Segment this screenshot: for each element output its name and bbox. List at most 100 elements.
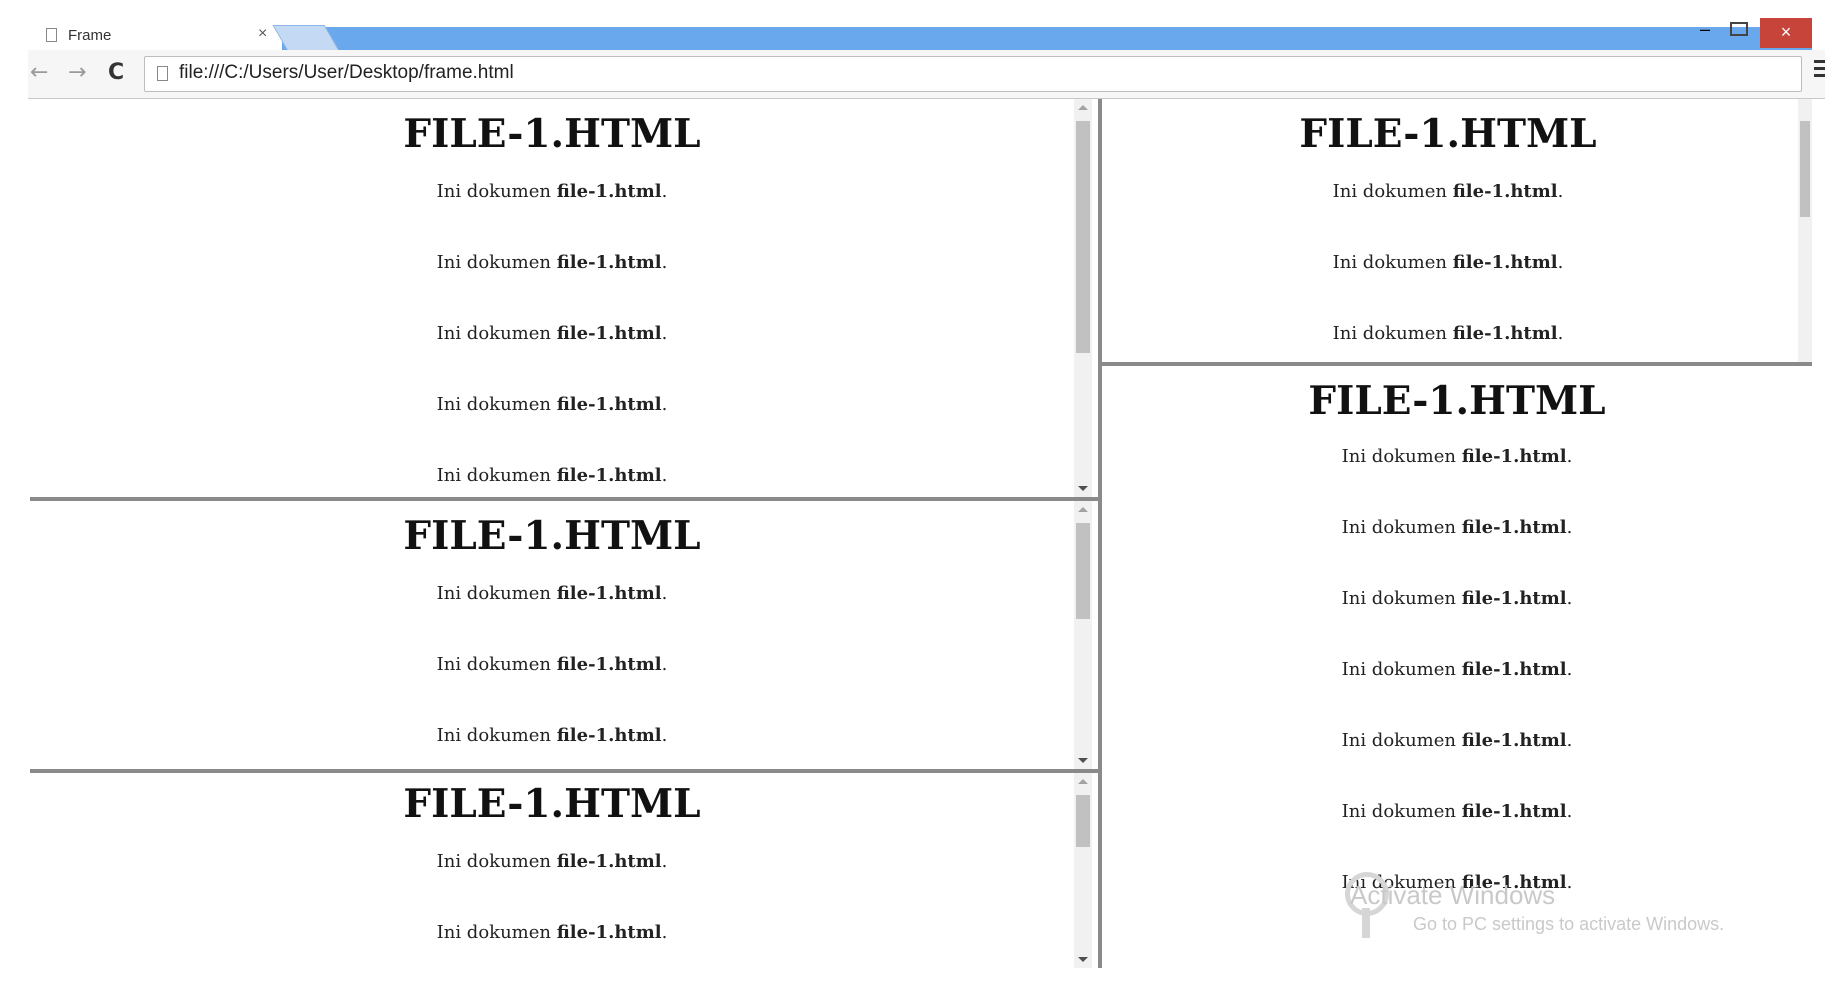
scroll-down-icon[interactable] <box>1078 486 1088 491</box>
scroll-down-icon[interactable] <box>1078 957 1088 962</box>
paragraph-suffix: . <box>661 181 668 202</box>
paragraph-text: Ini dokumen <box>1341 730 1462 751</box>
paragraph-text: Ini dokumen <box>436 654 557 675</box>
page-icon <box>46 28 57 42</box>
tab-frame[interactable]: Frame × <box>32 22 267 48</box>
filename-bold: file-1.html <box>1461 801 1567 822</box>
tab-strip <box>282 27 1812 50</box>
frame-paragraph: Ini dokumen file-1.html. <box>30 725 1074 746</box>
frame-paragraph: Ini dokumen file-1.html. <box>1102 181 1794 202</box>
paragraph-text: Ini dokumen <box>1341 517 1462 538</box>
paragraph-suffix: . <box>1557 181 1564 202</box>
frame-bottom-left: FILE-1.HTML Ini dokumen file-1.html. Ini d… <box>30 773 1096 968</box>
tab-close-icon[interactable]: × <box>258 25 267 43</box>
paragraph-text: Ini dokumen <box>1332 181 1453 202</box>
filename-bold: file-1.html <box>556 583 662 604</box>
frame-paragraph: Ini dokumen file-1.html. <box>30 252 1074 273</box>
scrollbar[interactable] <box>1074 99 1092 497</box>
frame-heading: FILE-1.HTML <box>1308 378 1606 424</box>
paragraph-suffix: . <box>1557 252 1564 273</box>
scrollbar[interactable] <box>1798 99 1812 362</box>
filename-bold: file-1.html <box>1461 446 1567 467</box>
menu-icon[interactable] <box>1814 56 1825 81</box>
paragraph-text: Ini dokumen <box>436 394 557 415</box>
paragraph-suffix: . <box>661 654 668 675</box>
filename-bold: file-1.html <box>556 323 662 344</box>
paragraph-suffix: . <box>1557 323 1564 344</box>
scrollbar-thumb[interactable] <box>1076 121 1090 353</box>
scrollbar-thumb[interactable] <box>1076 523 1090 619</box>
paragraph-suffix: . <box>1566 801 1573 822</box>
tab-title: Frame <box>68 27 112 44</box>
frame-paragraph: Ini dokumen file-1.html. <box>30 851 1074 872</box>
paragraph-suffix: . <box>661 922 668 943</box>
scroll-down-icon[interactable] <box>1078 758 1088 763</box>
activate-windows-title: Activate Windows <box>1350 880 1556 910</box>
window-restore-button[interactable] <box>1730 22 1748 36</box>
window-top-edge <box>0 0 1825 28</box>
scroll-up-icon[interactable] <box>1078 779 1088 784</box>
frame-paragraph: Ini dokumen file-1.html. <box>1102 659 1812 680</box>
frame-paragraph: Ini dokumen file-1.html. <box>1102 517 1812 538</box>
frame-paragraph: Ini dokumen file-1.html. <box>30 922 1074 943</box>
scrollbar[interactable] <box>1074 773 1092 968</box>
back-arrow-icon[interactable]: ← <box>30 60 48 85</box>
paragraph-text: Ini dokumen <box>1341 588 1462 609</box>
reload-icon[interactable]: C <box>108 60 124 85</box>
filename-bold: file-1.html <box>556 654 662 675</box>
frame-paragraph: Ini dokumen file-1.html. <box>1102 801 1812 822</box>
paragraph-suffix: . <box>1566 659 1573 680</box>
filename-bold: file-1.html <box>556 181 662 202</box>
paragraph-suffix: . <box>661 252 668 273</box>
paragraph-suffix: . <box>1566 588 1573 609</box>
paragraph-suffix: . <box>661 394 668 415</box>
window-close-button[interactable]: × <box>1760 18 1812 48</box>
paragraph-text: Ini dokumen <box>1341 659 1462 680</box>
frame-bottom-right: FILE-1.HTML Ini dokumen file-1.html. Ini d… <box>1102 366 1812 968</box>
filename-bold: file-1.html <box>1461 659 1567 680</box>
paragraph-suffix: . <box>1566 446 1573 467</box>
paragraph-text: Ini dokumen <box>1341 446 1462 467</box>
window-minimize-button[interactable]: – <box>1700 20 1718 38</box>
frame-paragraph: Ini dokumen file-1.html. <box>30 465 1074 486</box>
frame-paragraph: Ini dokumen file-1.html. <box>30 323 1074 344</box>
scrollbar-thumb[interactable] <box>1076 795 1090 847</box>
filename-bold: file-1.html <box>1452 181 1558 202</box>
browser-toolbar: ← → C file:///C:/Users/User/Desktop/fram… <box>28 50 1825 99</box>
filename-bold: file-1.html <box>556 394 662 415</box>
filename-bold: file-1.html <box>556 922 662 943</box>
activate-windows-subtitle: Go to PC settings to activate Windows. <box>1413 914 1725 934</box>
scroll-up-icon[interactable] <box>1078 105 1088 110</box>
paragraph-text: Ini dokumen <box>436 181 557 202</box>
paragraph-text: Ini dokumen <box>1341 801 1462 822</box>
frame-paragraph: Ini dokumen file-1.html. <box>30 181 1074 202</box>
filename-bold: file-1.html <box>1461 730 1567 751</box>
address-bar[interactable]: file:///C:/Users/User/Desktop/frame.html… <box>144 56 1802 92</box>
forward-arrow-icon[interactable]: → <box>68 60 86 85</box>
paragraph-text: Ini dokumen <box>436 725 557 746</box>
paragraph-text: Ini dokumen <box>1332 323 1453 344</box>
filename-bold: file-1.html <box>556 725 662 746</box>
frame-top-left: FILE-1.HTML Ini dokumen file-1.html. Ini d… <box>30 99 1096 497</box>
filename-bold: file-1.html <box>556 851 662 872</box>
frame-paragraph: Ini dokumen file-1.html. <box>30 654 1074 675</box>
filename-bold: file-1.html <box>1461 588 1567 609</box>
frame-top-right: FILE-1.HTML Ini dokumen file-1.html. Ini d… <box>1102 99 1812 362</box>
scroll-up-icon[interactable] <box>1078 507 1088 512</box>
frame-heading: FILE-1.HTML <box>403 513 701 559</box>
paragraph-text: Ini dokumen <box>436 465 557 486</box>
scrollbar[interactable] <box>1074 501 1092 769</box>
paragraph-text: Ini dokumen <box>436 922 557 943</box>
paragraph-suffix: . <box>661 465 668 486</box>
scrollbar-thumb[interactable] <box>1800 121 1810 217</box>
filename-bold: file-1.html <box>1452 323 1558 344</box>
paragraph-text: Ini dokumen <box>436 583 557 604</box>
paragraph-suffix: . <box>661 323 668 344</box>
frame-paragraph: Ini dokumen file-1.html. <box>30 394 1074 415</box>
frame-paragraph: Ini dokumen file-1.html. <box>1102 588 1812 609</box>
paragraph-suffix: . <box>661 851 668 872</box>
paragraph-suffix: . <box>661 725 668 746</box>
frame-heading: FILE-1.HTML <box>1299 111 1597 157</box>
frame-paragraph: Ini dokumen file-1.html. <box>1102 323 1794 344</box>
filename-bold: file-1.html <box>556 465 662 486</box>
